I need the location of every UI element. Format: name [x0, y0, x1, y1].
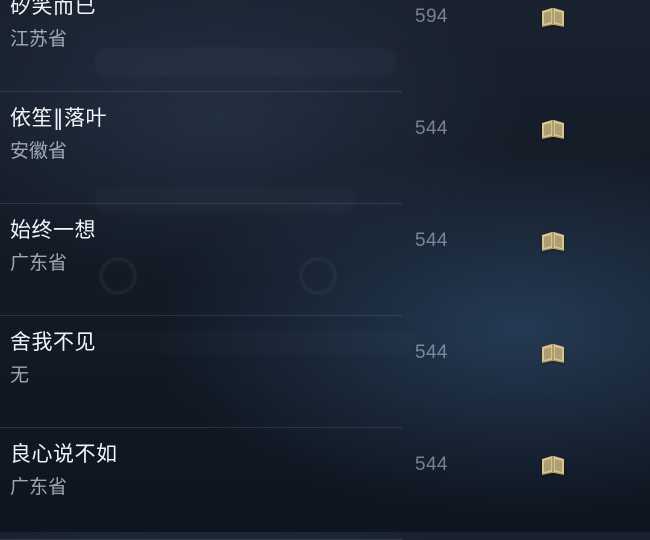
player-score: 544: [415, 454, 448, 475]
player-region: 江苏省: [10, 28, 68, 50]
leaderboard-row[interactable]: 舍我不见 无 544: [0, 316, 650, 428]
player-name: 依笙‖落叶: [10, 106, 107, 130]
book-badge-icon: [540, 6, 566, 28]
book-badge-icon: [540, 230, 566, 252]
leaderboard-row[interactable]: 始终一想 广东省 544: [0, 204, 650, 316]
player-region: 无: [10, 364, 30, 386]
player-score: 594: [415, 6, 448, 27]
book-badge-icon: [540, 342, 566, 364]
player-score: 544: [415, 342, 448, 363]
book-badge-icon: [540, 118, 566, 140]
book-badge-icon: [540, 454, 566, 476]
player-name: 始终一想: [10, 218, 96, 242]
player-region: 广东省: [10, 252, 68, 274]
player-name: 矽笑而已: [10, 0, 96, 18]
leaderboard-row[interactable]: 矽笑而已 江苏省 594: [0, 0, 650, 92]
player-name: 良心说不如: [10, 442, 118, 466]
leaderboard-row[interactable]: 依笙‖落叶 安徽省 544: [0, 92, 650, 204]
player-score: 544: [415, 118, 448, 139]
leaderboard-list: 矽笑而已 江苏省 594 依笙‖落叶 安徽省 544 始终一想 广东省 544 …: [0, 0, 650, 540]
player-score: 544: [415, 230, 448, 251]
player-region: 安徽省: [10, 140, 68, 162]
leaderboard-row[interactable]: 良心说不如 广东省 544: [0, 428, 650, 540]
player-name: 舍我不见: [10, 330, 96, 354]
player-region: 广东省: [10, 476, 68, 498]
